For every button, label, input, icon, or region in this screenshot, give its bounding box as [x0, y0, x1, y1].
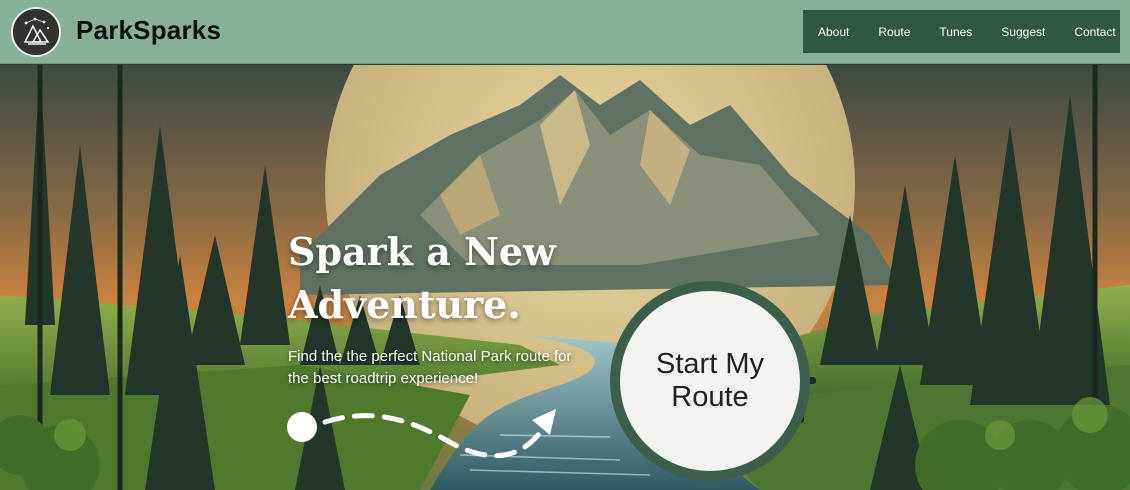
start-route-label[interactable]: Start My Route: [620, 291, 800, 471]
brand-title[interactable]: ParkSparks: [76, 15, 221, 46]
site-header: ParkSparks About Route Tunes Suggest Con…: [0, 0, 1130, 64]
hero-subtext: Find the the perfect National Park route…: [288, 348, 572, 387]
dashed-route-arrow-icon: [287, 409, 556, 459]
start-route-button[interactable]: Start My Route: [610, 281, 810, 481]
hero-headline: Spark a New Adventure.: [288, 229, 556, 327]
main-nav: About Route Tunes Suggest Contact: [803, 10, 1120, 53]
logo-icon[interactable]: [11, 7, 61, 57]
nav-item-about[interactable]: About: [818, 25, 849, 39]
nav-item-tunes[interactable]: Tunes: [939, 25, 972, 39]
nav-item-contact[interactable]: Contact: [1074, 25, 1115, 39]
nav-item-suggest[interactable]: Suggest: [1001, 25, 1045, 39]
nav-item-route[interactable]: Route: [878, 25, 910, 39]
